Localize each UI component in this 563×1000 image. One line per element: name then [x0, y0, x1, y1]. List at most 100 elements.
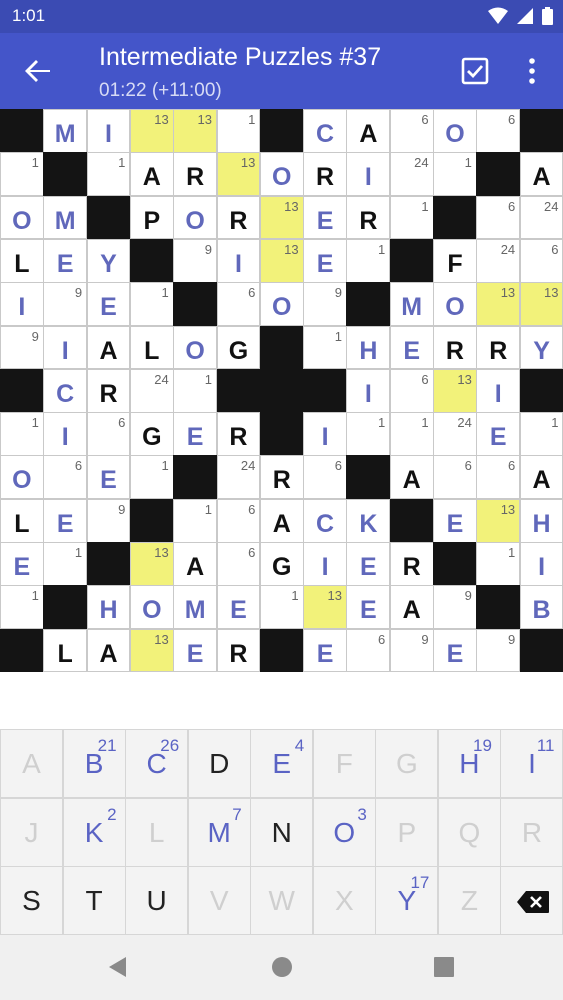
key-v[interactable]: V — [187, 866, 251, 936]
key-z[interactable]: Z — [437, 866, 501, 936]
grid-cell[interactable]: E — [43, 238, 88, 283]
grid-cell[interactable]: O — [173, 325, 218, 370]
grid-cell[interactable]: 6 — [389, 368, 434, 413]
grid-cell[interactable]: A — [86, 325, 131, 370]
grid-cell-highlighted[interactable]: 13 — [476, 498, 521, 543]
grid-cell[interactable]: L — [129, 325, 174, 370]
grid-cell[interactable]: 9 — [86, 498, 131, 543]
key-j[interactable]: J — [0, 797, 64, 867]
key-m[interactable]: M7 — [187, 797, 251, 867]
nav-recents-icon[interactable] — [432, 955, 456, 979]
grid-cell[interactable]: R — [389, 542, 434, 586]
grid-cell[interactable]: M — [43, 109, 88, 153]
grid-cell[interactable]: E — [173, 628, 218, 673]
grid-cell[interactable]: Y — [519, 325, 563, 370]
grid-cell[interactable]: A — [86, 628, 131, 673]
grid-cell[interactable]: 1 — [389, 412, 434, 456]
grid-cell[interactable]: I — [346, 152, 391, 197]
key-u[interactable]: U — [125, 866, 189, 936]
grid-cell[interactable]: A — [389, 585, 434, 630]
grid-cell[interactable]: 1 — [0, 412, 44, 456]
grid-cell[interactable]: 1 — [346, 412, 391, 456]
grid-cell[interactable]: O — [259, 282, 304, 327]
grid-cell[interactable]: E — [389, 325, 434, 370]
key-n[interactable]: N — [250, 797, 314, 867]
grid-cell[interactable]: 24 — [476, 238, 521, 283]
grid-cell[interactable]: A — [519, 455, 563, 500]
grid-cell[interactable]: O — [259, 152, 304, 197]
grid-cell[interactable]: I — [43, 412, 88, 456]
grid-cell[interactable]: O — [173, 195, 218, 240]
key-t[interactable]: T — [62, 866, 126, 936]
key-c[interactable]: C 26 — [125, 729, 189, 799]
grid-cell[interactable]: E — [476, 412, 521, 456]
grid-cell[interactable]: M — [173, 585, 218, 630]
check-box-icon[interactable] — [461, 57, 489, 85]
grid-cell[interactable]: A — [129, 152, 174, 197]
key-l[interactable]: L — [125, 797, 189, 867]
grid-cell[interactable]: I — [43, 325, 88, 370]
grid-cell[interactable]: C — [43, 368, 88, 413]
grid-cell[interactable]: L — [0, 498, 44, 543]
grid-cell[interactable]: E — [303, 628, 347, 673]
grid-cell[interactable]: 6 — [303, 455, 347, 500]
grid-cell[interactable]: R — [216, 412, 261, 456]
grid-cell[interactable]: O — [433, 109, 477, 153]
grid-cell[interactable]: P — [129, 195, 174, 240]
grid-cell[interactable]: H — [519, 498, 563, 543]
grid-cell[interactable]: H — [86, 585, 131, 630]
grid-cell[interactable]: 1 — [129, 282, 174, 327]
grid-cell[interactable]: A — [519, 152, 563, 197]
grid-cell[interactable]: A — [346, 109, 391, 153]
grid-cell[interactable]: 1 — [173, 498, 218, 543]
grid-cell[interactable]: 1 — [259, 585, 304, 630]
grid-cell[interactable]: I — [303, 542, 347, 586]
grid-cell[interactable]: 1 — [519, 412, 563, 456]
grid-cell[interactable]: E — [303, 238, 347, 283]
grid-cell[interactable]: R — [173, 152, 218, 197]
grid-cell[interactable]: 6 — [216, 542, 261, 586]
key-k[interactable]: K2 — [62, 797, 126, 867]
grid-cell[interactable]: 24 — [433, 412, 477, 456]
grid-cell[interactable]: E — [173, 412, 218, 456]
grid-cell[interactable]: 9 — [303, 282, 347, 327]
grid-cell[interactable]: H — [346, 325, 391, 370]
grid-cell[interactable]: 1 — [303, 325, 347, 370]
grid-cell[interactable]: 6 — [43, 455, 88, 500]
grid-cell[interactable]: I — [346, 368, 391, 413]
grid-cell[interactable]: G — [216, 325, 261, 370]
more-vert-icon[interactable] — [522, 57, 542, 85]
grid-cell[interactable]: 1 — [0, 585, 44, 630]
grid-cell[interactable]: E — [0, 542, 44, 586]
grid-cell[interactable]: R — [303, 152, 347, 197]
grid-cell[interactable]: R — [86, 368, 131, 413]
grid-cell[interactable]: 6 — [216, 282, 261, 327]
grid-cell[interactable]: 6 — [86, 412, 131, 456]
grid-cell[interactable]: 1 — [346, 238, 391, 283]
grid-cell-highlighted[interactable]: 13 — [433, 368, 477, 413]
grid-cell[interactable]: C — [303, 109, 347, 153]
grid-cell[interactable]: 6 — [476, 109, 521, 153]
key-a[interactable]: A — [0, 729, 64, 799]
key-g[interactable]: G — [375, 729, 439, 799]
grid-cell[interactable]: R — [433, 325, 477, 370]
grid-cell[interactable]: 9 — [389, 628, 434, 673]
grid-cell[interactable]: E — [86, 282, 131, 327]
grid-cell[interactable]: G — [259, 542, 304, 586]
grid-cell[interactable]: 9 — [173, 238, 218, 283]
grid-cell-highlighted[interactable]: 13 — [519, 282, 563, 327]
key-f[interactable]: F — [312, 729, 376, 799]
grid-cell[interactable]: 6 — [346, 628, 391, 673]
grid-cell[interactable]: G — [129, 412, 174, 456]
grid-cell[interactable]: M — [43, 195, 88, 240]
grid-cell[interactable]: R — [346, 195, 391, 240]
grid-cell[interactable]: E — [433, 498, 477, 543]
grid-cell[interactable]: F — [433, 238, 477, 283]
grid-cell[interactable]: 6 — [389, 109, 434, 153]
grid-cell[interactable]: R — [476, 325, 521, 370]
grid-cell[interactable]: E — [346, 585, 391, 630]
key-o[interactable]: O3 — [312, 797, 376, 867]
grid-cell[interactable]: 9 — [476, 628, 521, 673]
grid-cell[interactable]: I — [476, 368, 521, 413]
grid-cell[interactable]: 6 — [216, 498, 261, 543]
